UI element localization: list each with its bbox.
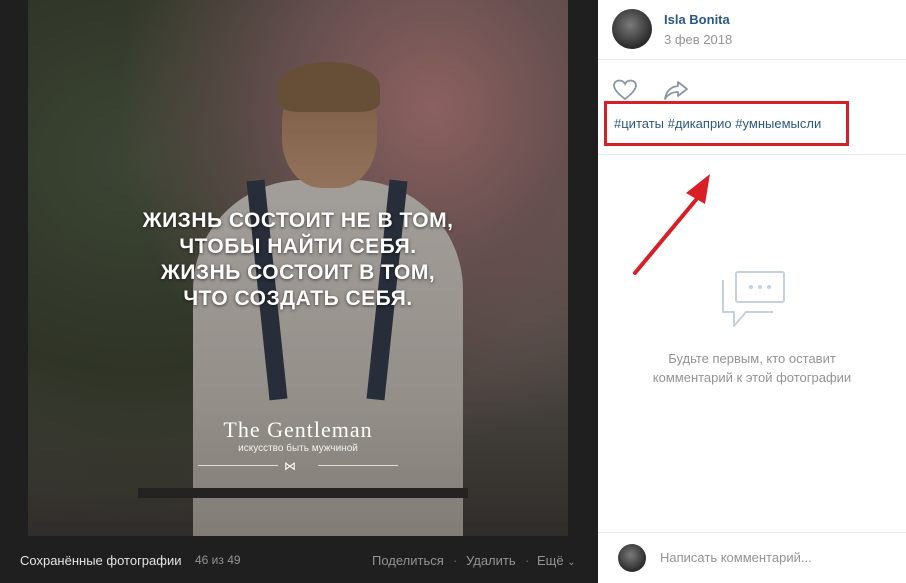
quote-line: ЖИЗНЬ СОСТОИТ НЕ В ТОМ, [142, 209, 454, 232]
empty-comments-line: Будьте первым, кто оставит [668, 351, 836, 366]
comment-bubble-icon [722, 271, 785, 327]
comment-input[interactable]: Написать комментарий... [660, 550, 812, 565]
photo-brand-subtitle: искусство быть мужчиной [238, 443, 358, 454]
hashtag-link[interactable]: #умныемысли [735, 116, 821, 131]
brand-divider [318, 465, 398, 466]
hashtag-link[interactable]: #цитаты [614, 116, 664, 131]
divider [598, 532, 906, 533]
divider [598, 154, 906, 155]
avatar[interactable] [612, 9, 652, 49]
empty-comments-message: Будьте первым, кто оставит комментарий к… [598, 349, 906, 387]
delete-link[interactable]: Удалить [466, 553, 516, 568]
current-user-avatar[interactable] [618, 544, 646, 572]
author-name[interactable]: Isla Bonita [664, 12, 730, 27]
more-label: Ещё [537, 553, 564, 568]
photo-quote: ЖИЗНЬ СОСТОИТ НЕ В ТОМ, ЧТОБЫ НАЙТИ СЕБЯ… [28, 208, 568, 312]
quote-line: ЧТОБЫ НАЙТИ СЕБЯ. [179, 235, 417, 258]
separator-dot: · [525, 553, 530, 568]
post-date[interactable]: 3 фев 2018 [664, 32, 732, 47]
chevron-down-icon: ⌄ [567, 557, 576, 568]
divider [598, 59, 906, 60]
heart-icon[interactable] [612, 79, 638, 101]
hashtags: #цитаты #дикаприо #умныемысли [614, 116, 821, 131]
photo-viewer: ЖИЗНЬ СОСТОИТ НЕ В ТОМ, ЧТОБЫ НАЙТИ СЕБЯ… [0, 0, 598, 583]
photo[interactable]: ЖИЗНЬ СОСТОИТ НЕ В ТОМ, ЧТОБЫ НАЙТИ СЕБЯ… [28, 0, 568, 536]
hashtag-link[interactable]: #дикаприо [668, 116, 732, 131]
separator-dot: · [453, 553, 458, 568]
share-link[interactable]: Поделиться [372, 553, 444, 568]
more-menu[interactable]: Ещё ⌄ [537, 553, 576, 568]
red-arrow-annotation [633, 174, 710, 275]
photo-brand: The Gentleman [223, 417, 373, 442]
photo-counter: 46 из 49 [195, 553, 241, 567]
quote-line: ЖИЗНЬ СОСТОИТ В ТОМ, [160, 261, 436, 284]
album-title[interactable]: Сохранённые фотографии [20, 553, 181, 568]
bow-tie-icon: ⋈ [284, 459, 296, 473]
empty-comments-line: комментарий к этой фотографии [652, 370, 852, 385]
brand-divider [198, 465, 278, 466]
quote-line: ЧТО СОЗДАТЬ СЕБЯ. [183, 287, 413, 310]
share-icon[interactable] [663, 79, 689, 101]
